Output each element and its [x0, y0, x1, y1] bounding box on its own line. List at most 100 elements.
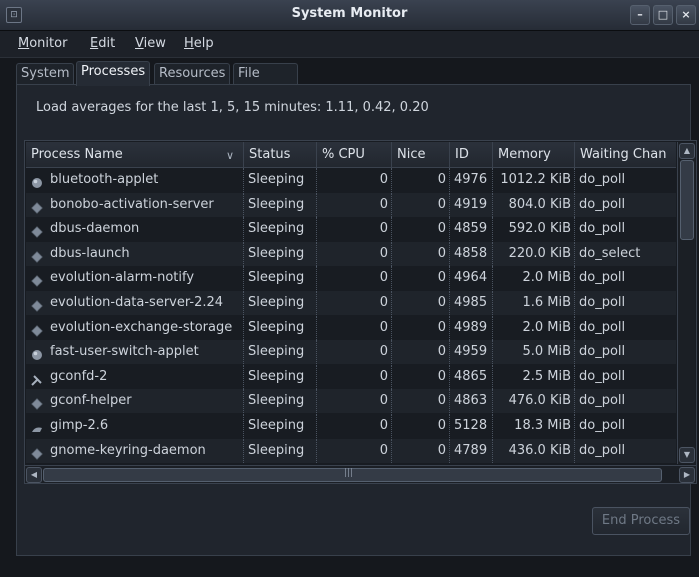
- process-diamond-icon: [31, 199, 43, 214]
- memory-cell: 1012.2 KiB: [493, 168, 575, 192]
- waiting-channel-cell: do_poll: [579, 368, 626, 384]
- id-cell: 4989: [450, 315, 493, 340]
- load-averages-text: Load averages for the last 1, 5, 15 minu…: [36, 100, 429, 115]
- process-name-cell: bluetooth-applet: [26, 168, 244, 192]
- process-name-label: gimp-2.6: [50, 418, 109, 433]
- waiting-channel-cell: do_poll: [579, 270, 626, 286]
- column-header-memory[interactable]: Memory: [493, 142, 575, 167]
- cpu-cell: 0: [317, 364, 392, 389]
- waiting-channel-cell: do_poll: [579, 418, 626, 433]
- process-name-label: gconf-helper: [50, 393, 132, 409]
- process-name-cell: gconf-helper: [26, 389, 244, 414]
- minimize-button[interactable]: –: [630, 5, 650, 25]
- process-name-cell: evolution-exchange-storage: [26, 315, 244, 340]
- close-button[interactable]: ×: [676, 5, 696, 25]
- scroll-up-icon[interactable]: ▲: [679, 143, 695, 159]
- id-cell: 4865: [450, 364, 493, 389]
- table-row[interactable]: evolution-alarm-notify Sleeping 0 0 4964 2.0 …: [26, 266, 676, 291]
- memory-cell: 1.6 MiB: [493, 291, 575, 315]
- scroll-right-icon[interactable]: ▶: [679, 467, 695, 483]
- nice-cell: 0: [392, 340, 450, 365]
- process-name-cell: evolution-data-server-2.24: [26, 291, 244, 315]
- menu-monitor[interactable]: Monitor: [18, 36, 67, 51]
- table-row[interactable]: evolution-data-server-2.24 Sleeping 0 0 4985…: [26, 291, 676, 315]
- nice-cell: 0: [392, 389, 450, 414]
- table-row[interactable]: fast-user-switch-applet Sleeping 0 0 4959 5.0…: [26, 340, 676, 365]
- status-cell: Sleeping: [244, 364, 317, 389]
- process-name-cell: gimp-2.6: [26, 414, 244, 438]
- waiting-channel-cell: do_poll: [579, 344, 626, 360]
- cpu-cell: 0: [317, 389, 392, 414]
- table-row[interactable]: dbus-daemon Sleeping 0 0 4859 592.0 KiB do_pol…: [26, 217, 676, 242]
- maximize-button[interactable]: □: [653, 5, 673, 25]
- menu-bar: Monitor Edit View Help: [0, 31, 699, 58]
- table-row[interactable]: gnome-keyring-daemon Sleeping 0 0 4789 436.0 …: [26, 438, 676, 463]
- process-name-label: gconfd-2: [50, 368, 108, 384]
- cpu-cell: 0: [317, 192, 392, 217]
- nice-cell: 0: [392, 192, 450, 217]
- column-header-id[interactable]: ID: [450, 142, 493, 167]
- tab-file-systems[interactable]: File Systems: [233, 63, 299, 101]
- table-row[interactable]: gconf-helper Sleeping 0 0 4863 476.0 KiB do_po…: [26, 389, 676, 414]
- scroll-left-icon[interactable]: ◀: [26, 467, 42, 483]
- process-name-label: evolution-data-server-2.24: [50, 295, 224, 310]
- process-diamond-icon: [31, 272, 43, 288]
- id-cell: 4919: [450, 192, 493, 217]
- process-diamond-icon: [31, 445, 43, 460]
- cpu-cell: 0: [317, 414, 392, 438]
- id-cell: 4858: [450, 241, 493, 266]
- process-diamond-icon: [31, 322, 43, 337]
- column-header-status[interactable]: Status: [244, 142, 317, 167]
- column-header-waiting-channel[interactable]: Waiting Chan: [575, 142, 676, 167]
- process-name-label: bluetooth-applet: [50, 172, 159, 187]
- id-cell: 4859: [450, 217, 493, 242]
- vertical-scroll-thumb[interactable]: [680, 160, 694, 240]
- horizontal-scrollbar[interactable]: ◀ ||| ▶: [24, 465, 697, 484]
- column-header-process-name[interactable]: Process Name ∨: [26, 142, 244, 167]
- menu-view[interactable]: View: [135, 36, 166, 51]
- table-row[interactable]: gimp-2.6 Sleeping 0 0 5128 18.3 MiB do_poll: [26, 414, 676, 438]
- table-row[interactable]: gconfd-2 Sleeping 0 0 4865 2.5 MiB do_poll: [26, 364, 676, 389]
- sort-chevron-icon: ∨: [226, 149, 235, 162]
- memory-cell: 5.0 MiB: [493, 340, 575, 365]
- process-diamond-icon: [31, 248, 43, 263]
- process-name-label: fast-user-switch-applet: [50, 344, 199, 360]
- horizontal-scroll-thumb[interactable]: |||: [43, 468, 662, 482]
- menu-help[interactable]: Help: [184, 36, 214, 51]
- table-row[interactable]: evolution-exchange-storage Sleeping 0 0 4989…: [26, 315, 676, 340]
- vertical-scrollbar[interactable]: ▲ ▼: [677, 142, 695, 464]
- cpu-cell: 0: [317, 291, 392, 315]
- process-name-cell: dbus-daemon: [26, 217, 244, 242]
- status-cell: Sleeping: [244, 315, 317, 340]
- scroll-down-icon[interactable]: ▼: [679, 447, 695, 463]
- status-cell: Sleeping: [244, 266, 317, 291]
- table-row[interactable]: bluetooth-applet Sleeping 0 0 4976 1012.2 KiB…: [26, 168, 676, 192]
- waiting-channel-cell: do_poll: [579, 319, 626, 335]
- process-name-cell: evolution-alarm-notify: [26, 266, 244, 291]
- process-name-cell: dbus-launch: [26, 241, 244, 266]
- process-table: Process Name ∨ Status % CPU Nice ID Memo…: [24, 140, 697, 466]
- nice-cell: 0: [392, 414, 450, 438]
- tab-processes[interactable]: Processes: [76, 61, 151, 86]
- column-header-nice[interactable]: Nice: [392, 142, 450, 167]
- nice-cell: 0: [392, 241, 450, 266]
- table-row[interactable]: dbus-launch Sleeping 0 0 4858 220.0 KiB do_sel…: [26, 241, 676, 266]
- tab-resources[interactable]: Resources: [154, 63, 231, 84]
- process-rows: bluetooth-applet Sleeping 0 0 4976 1012.2 KiB…: [26, 168, 676, 464]
- memory-cell: 804.0 KiB: [493, 192, 575, 217]
- id-cell: 4863: [450, 389, 493, 414]
- status-cell: Sleeping: [244, 438, 317, 463]
- end-process-button[interactable]: End Process: [592, 507, 690, 535]
- table-row[interactable]: bonobo-activation-server Sleeping 0 0 4919 80…: [26, 192, 676, 217]
- status-cell: Sleeping: [244, 414, 317, 438]
- window-title: System Monitor: [291, 6, 408, 21]
- status-cell: Sleeping: [244, 217, 317, 242]
- cpu-cell: 0: [317, 315, 392, 340]
- nice-cell: 0: [392, 217, 450, 242]
- column-header-cpu[interactable]: % CPU: [317, 142, 392, 167]
- cpu-cell: 0: [317, 340, 392, 365]
- menu-edit[interactable]: Edit: [90, 36, 115, 51]
- tab-system[interactable]: System: [16, 63, 75, 84]
- cpu-cell: 0: [317, 241, 392, 266]
- gimp-icon: [31, 420, 43, 432]
